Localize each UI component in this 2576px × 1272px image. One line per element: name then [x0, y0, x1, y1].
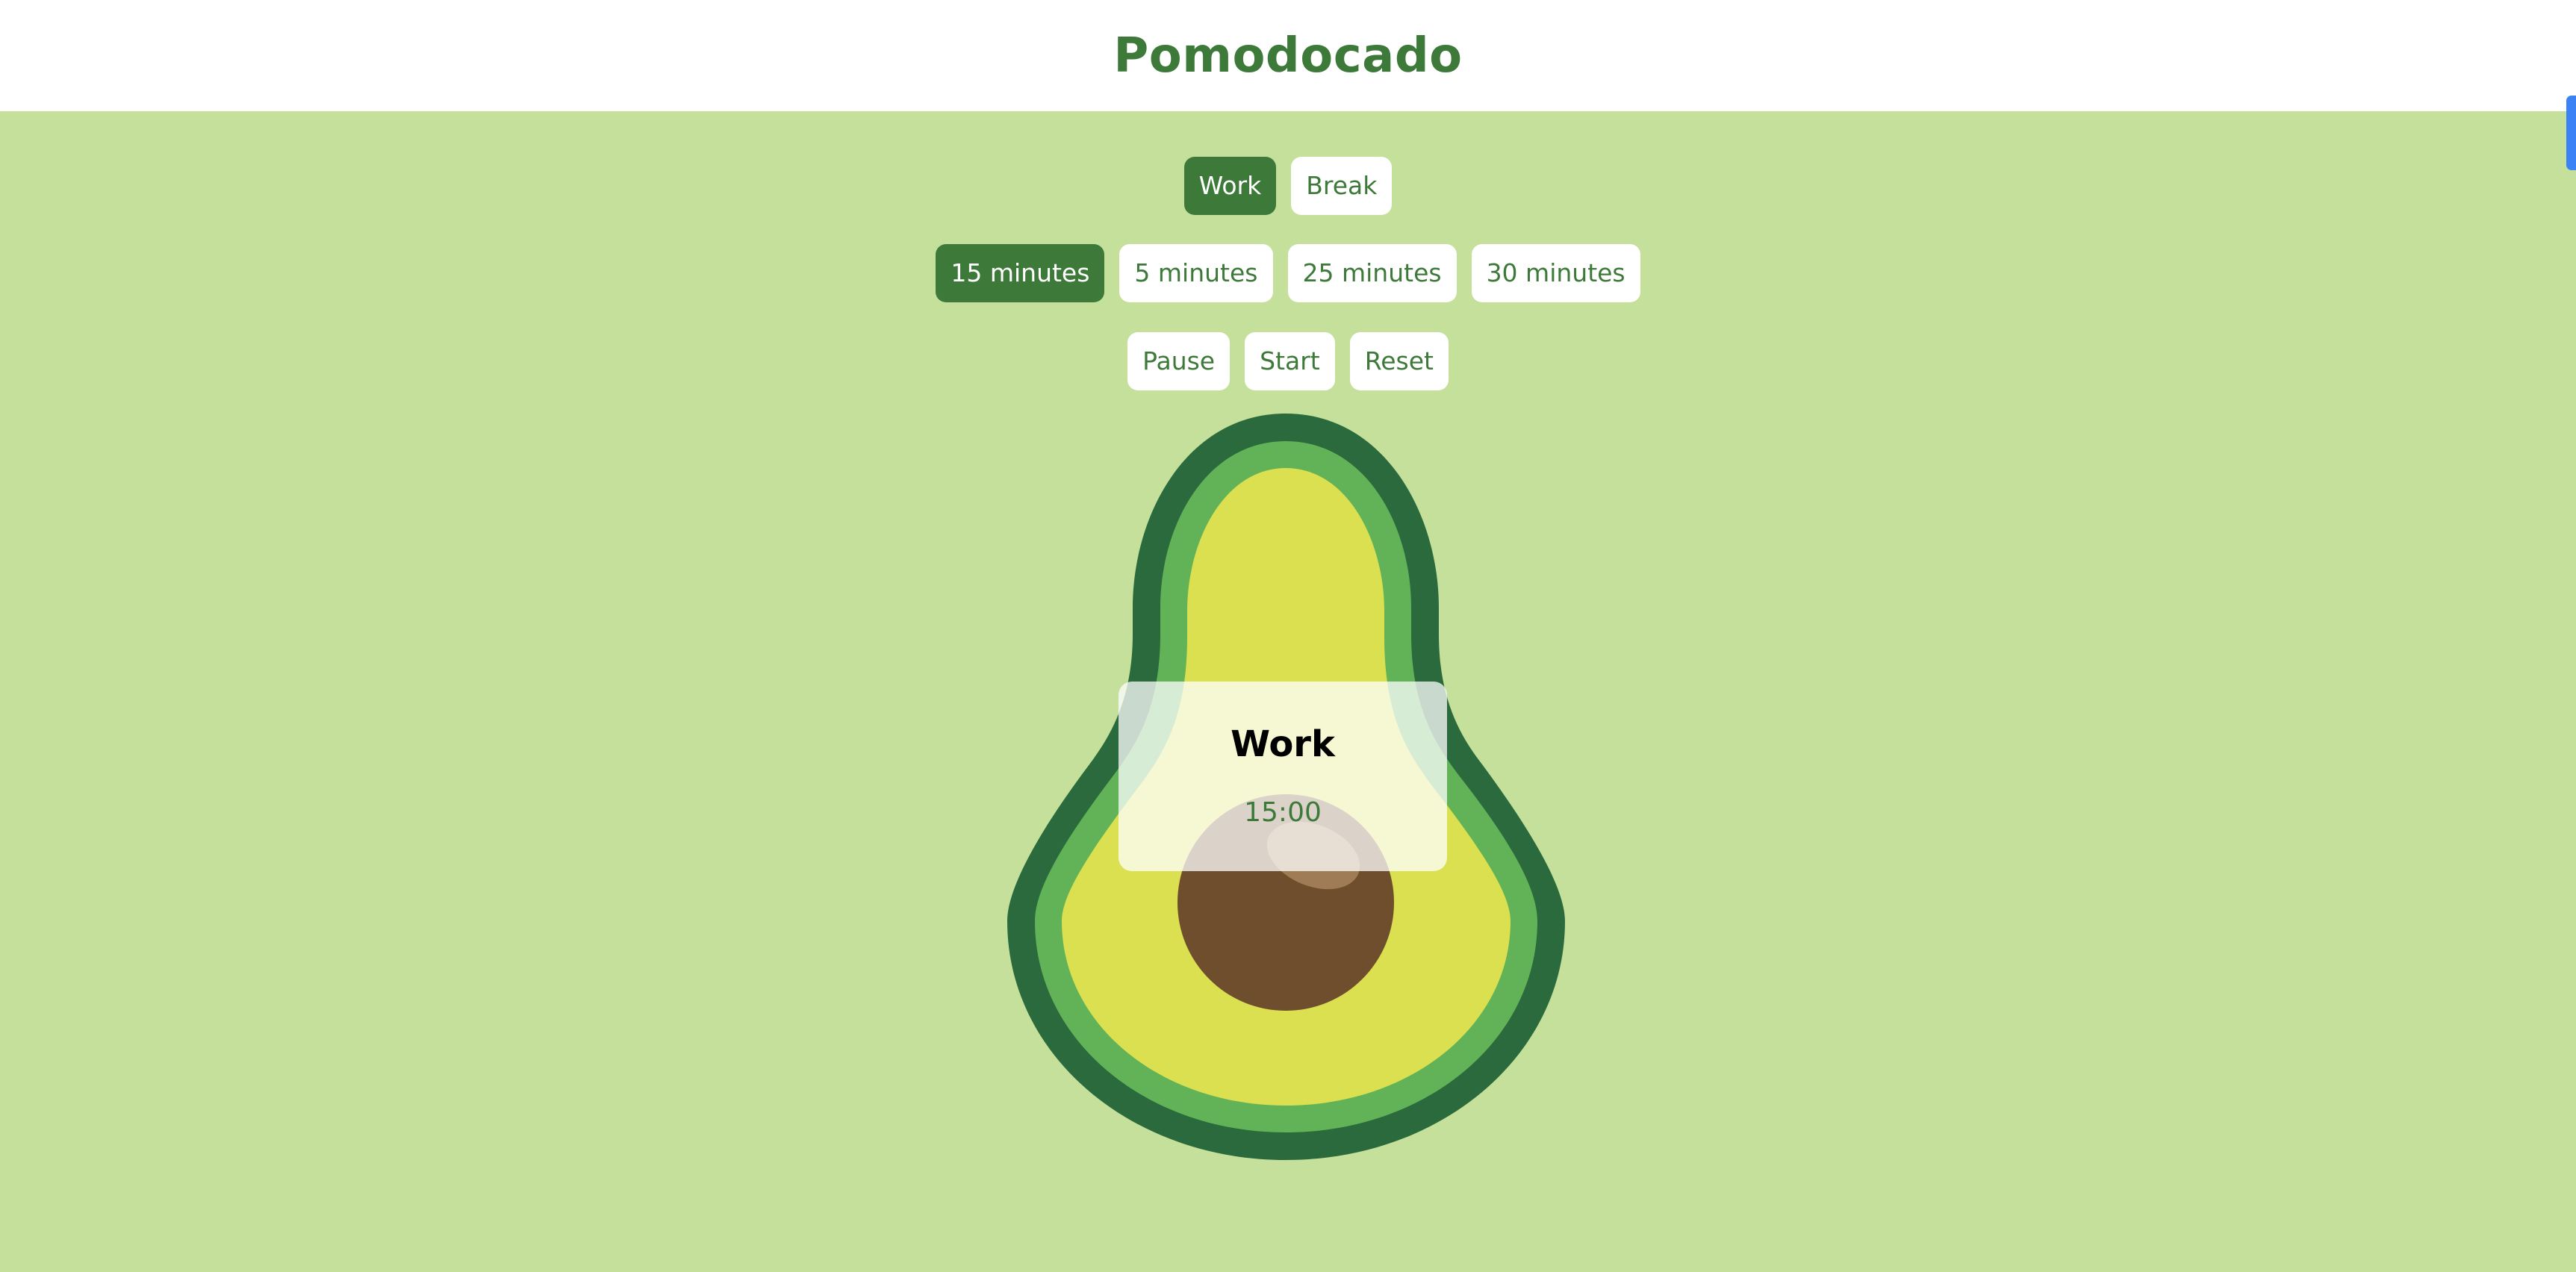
work-mode-button[interactable]: Work [1183, 157, 1277, 215]
duration-15-button[interactable]: 15 minutes [936, 244, 1105, 302]
duration-30-button[interactable]: 30 minutes [1471, 244, 1640, 302]
main-area: Work Break 15 minutes 5 minutes 25 minut… [0, 111, 2576, 1272]
scrollbar-thumb[interactable] [2566, 96, 2576, 170]
duration-selector: 15 minutes 5 minutes 25 minutes 30 minut… [0, 244, 2576, 302]
start-button[interactable]: Start [1245, 332, 1335, 390]
timer-display: 15:00 [1244, 797, 1322, 828]
timer-mode-label: Work [1231, 723, 1335, 765]
mode-selector: Work Break [0, 157, 2576, 215]
app-header: Pomodocado [0, 0, 2576, 111]
reset-button[interactable]: Reset [1349, 332, 1449, 390]
app-title: Pomodocado [1113, 28, 1463, 84]
break-mode-button[interactable]: Break [1291, 157, 1393, 215]
pause-button[interactable]: Pause [1127, 332, 1231, 390]
duration-25-button[interactable]: 25 minutes [1287, 244, 1457, 302]
timer-card: Work 15:00 [1119, 682, 1447, 871]
duration-5-button[interactable]: 5 minutes [1119, 244, 1273, 302]
timer-controls: Pause Start Reset [0, 332, 2576, 390]
